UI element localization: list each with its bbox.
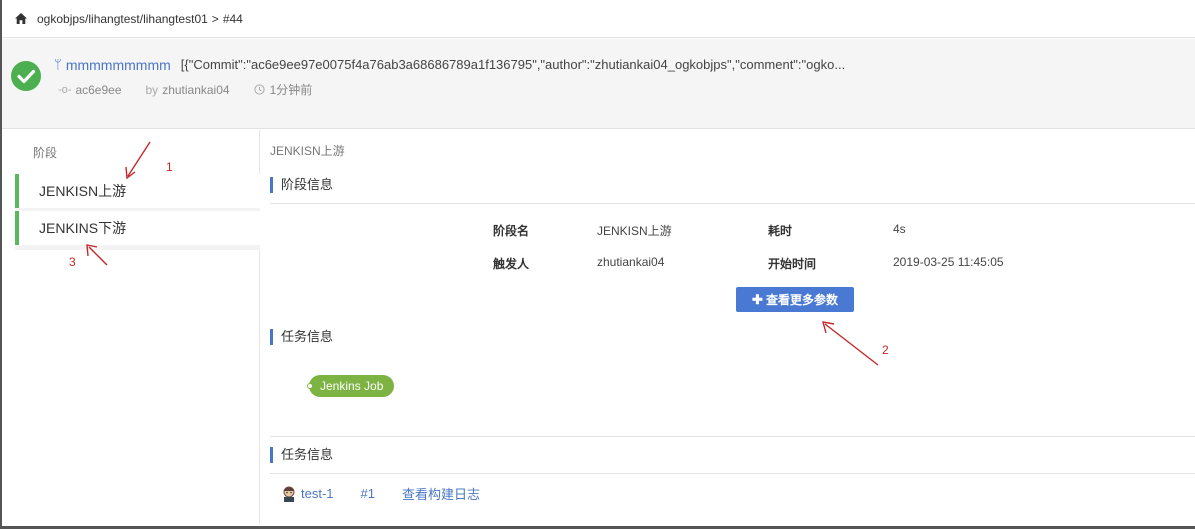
annotation-arrow-3 [88, 246, 108, 266]
annotation-label-1: 1 [166, 160, 173, 174]
annotation-arrow-1 [127, 141, 151, 177]
annotation-label-2: 2 [882, 343, 889, 357]
annotation-arrow-2 [824, 323, 879, 366]
annotation-arrows [86, 141, 879, 366]
annotation-label-3: 3 [69, 255, 76, 269]
